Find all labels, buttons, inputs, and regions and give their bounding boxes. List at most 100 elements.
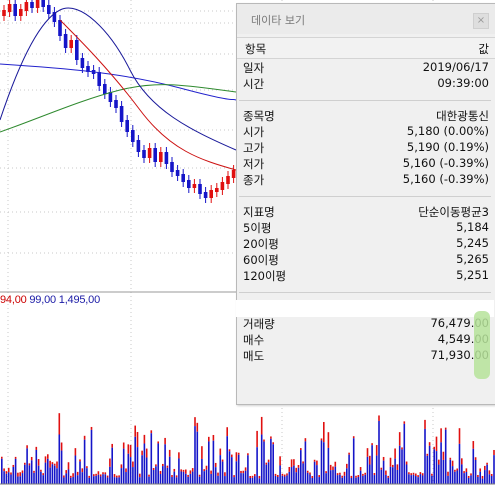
volume-bar-sell (392, 464, 394, 468)
green-marker (474, 311, 490, 379)
candle-body (35, 0, 40, 8)
volume-bar-buy (336, 475, 339, 484)
volume-bar-buy (109, 466, 111, 484)
volume-bar-buy (392, 467, 394, 484)
volume-bar-sell (415, 473, 417, 477)
data-row-key: 매도 (243, 349, 265, 363)
volume-bar-sell (329, 464, 332, 471)
volume-bar-sell (95, 473, 97, 476)
volume-bar-buy (127, 453, 130, 484)
volume-bar-buy (37, 465, 40, 484)
volume-bar-sell (145, 448, 148, 458)
volume-bar-buy (28, 465, 31, 484)
volume-bar-buy (435, 451, 438, 484)
candle-body (209, 190, 213, 198)
volume-bar-sell (97, 471, 100, 475)
volume-bar-buy (171, 477, 173, 484)
volume-bar-sell (339, 472, 341, 475)
volume-bar-buy (81, 472, 84, 484)
volume-bar-buy (442, 459, 445, 484)
volume-bar-sell (42, 473, 44, 476)
volume-bar-buy (472, 448, 475, 484)
volume-bar-buy (79, 461, 81, 484)
volume-bar-buy (290, 467, 293, 484)
volume-bar-buy (300, 450, 302, 484)
data-row: 20이평 5,245 (237, 235, 495, 251)
volume-bar-sell (435, 436, 438, 452)
volume-bar-sell (116, 475, 118, 478)
candle-body (203, 192, 208, 198)
volume-bar-buy (424, 428, 426, 484)
volume-bar-buy (394, 458, 396, 484)
volume-bar-buy (49, 467, 51, 484)
volume-bar-sell (40, 469, 42, 472)
volume-bar-sell (12, 464, 15, 467)
data-row-key: 60이평 (243, 253, 279, 267)
data-row-key: 저가 (243, 157, 265, 171)
volume-bar-buy (244, 470, 247, 484)
volume-bar-buy (164, 444, 166, 484)
candle-body (125, 120, 129, 132)
volume-bar-buy (463, 473, 465, 484)
volume-bar-sell (288, 466, 291, 472)
data-row: 시간 09:39:00 (237, 75, 495, 91)
volume-bar-buy (208, 441, 210, 484)
volume-bar-buy (106, 477, 109, 484)
volume-bar-buy (343, 475, 346, 484)
volume-bar-sell (355, 475, 357, 478)
volume-bar-buy (56, 468, 58, 484)
data-row-key: 시가 (243, 125, 265, 139)
volume-bar-sell (30, 456, 33, 461)
highlighted-row (236, 300, 494, 317)
volume-bar-sell (63, 475, 65, 478)
candle-body (108, 92, 113, 102)
data-row-key: 지표명 (243, 205, 275, 219)
volume-bar-buy (260, 434, 263, 484)
data-window[interactable]: 데이타 보기 × 항목 값 일자 2019/06/17 시간 09:39:00 종목명 대… (236, 3, 495, 405)
data-row-value: 5,160 (-0.39%) (402, 156, 489, 170)
candle-body (198, 184, 202, 194)
volume-bar-sell (403, 421, 406, 424)
volume-bar-sell (419, 472, 422, 475)
volume-bar-sell (17, 472, 19, 477)
volume-bar-sell (235, 452, 238, 462)
candle-body (75, 40, 79, 60)
volume-bar-sell (302, 461, 304, 464)
volume-bar-sell (102, 472, 104, 475)
volume-bar-sell (203, 469, 205, 472)
volume-bar-sell (72, 473, 74, 477)
volume-bar-sell (405, 461, 408, 465)
candle-body (7, 4, 12, 12)
volume-bar-sell (129, 444, 132, 458)
volume-bar-buy (352, 438, 355, 484)
volume-bar-sell (428, 442, 431, 446)
volume-bar-sell (226, 427, 228, 437)
candle-body (80, 58, 85, 68)
volume-bar-sell (143, 434, 146, 444)
volume-bar-buy (116, 477, 118, 484)
volume-bar-buy (51, 464, 54, 484)
volume-bar-sell (389, 457, 392, 467)
volume-bar-buy (242, 473, 245, 484)
volume-bar-sell (470, 473, 472, 476)
volume-bar-sell (5, 471, 8, 474)
volume-bar-buy (3, 471, 5, 484)
header-key: 항목 (245, 42, 267, 56)
volume-bar-sell (10, 472, 12, 475)
data-window-titlebar[interactable]: 데이타 보기 × (237, 4, 495, 34)
volume-bar-buy (258, 478, 261, 484)
data-row-key: 고가 (243, 141, 265, 155)
volume-bar-sell (260, 416, 263, 435)
volume-bar-buy (405, 464, 408, 484)
volume-bar-sell (490, 473, 493, 476)
volume-bar-buy (444, 429, 447, 484)
volume-bar-sell (461, 458, 463, 465)
volume-bar-buy (484, 470, 486, 484)
close-icon[interactable]: × (473, 13, 489, 29)
candle-body (175, 170, 180, 176)
volume-bar-sell (311, 475, 314, 478)
volume-bar-buy (201, 458, 203, 484)
volume-bar-buy (95, 475, 97, 484)
volume-bar-buy (72, 476, 74, 484)
volume-bar-sell (24, 462, 26, 465)
